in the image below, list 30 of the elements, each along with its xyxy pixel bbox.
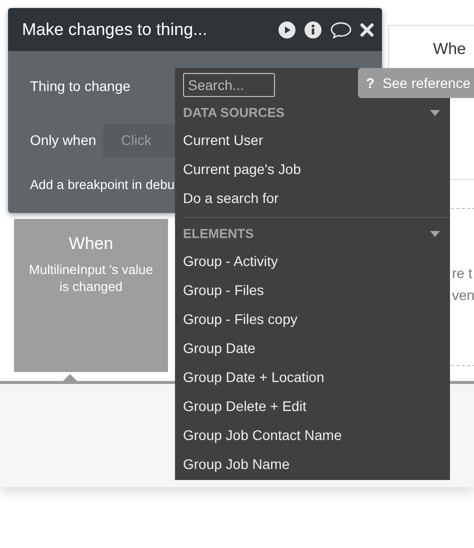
event-title: When <box>68 233 114 255</box>
dropdown-item[interactable]: Group Job Contact Name <box>183 421 450 450</box>
dropdown-item[interactable]: Group - Activity <box>183 247 450 276</box>
caret-down-icon <box>430 110 440 116</box>
comment-icon[interactable] <box>330 20 352 38</box>
dropdown-item[interactable]: Do a search for <box>183 184 450 213</box>
breakpoint-label: Add a breakpoint in debu <box>30 176 175 194</box>
caret-down-icon <box>430 230 440 236</box>
help-icon: ? <box>366 72 375 94</box>
dropdown-item[interactable]: Group Job Name <box>183 450 450 479</box>
dropdown-item[interactable]: Group Date + Location <box>183 363 450 392</box>
section-header[interactable]: ELEMENTS <box>183 220 450 247</box>
dropdown-item[interactable]: Group - Files <box>183 276 450 305</box>
card-title: Whe <box>433 41 466 58</box>
search-field[interactable]: Search... <box>183 73 275 97</box>
dropdown-item[interactable]: Group Date <box>183 334 450 363</box>
dropdown-item[interactable]: Current page's Job <box>183 155 450 184</box>
event-description: MultilineInput 's value is changed <box>28 260 154 294</box>
dropdown-item[interactable]: Group - Files copy <box>183 305 450 334</box>
close-icon[interactable] <box>360 22 374 36</box>
field-label: Only when <box>30 130 98 150</box>
tooltip-label: See reference <box>382 74 471 92</box>
play-icon[interactable] <box>278 20 296 38</box>
section-header[interactable]: DATA SOURCES <box>183 99 450 126</box>
field-label: Thing to change <box>30 76 130 96</box>
panel-title: Make changes to thing... <box>22 18 208 41</box>
card-text: ven <box>452 287 474 303</box>
info-icon[interactable] <box>304 20 322 38</box>
dropdown-item[interactable]: Group Delete + Edit <box>183 392 450 421</box>
card-text: re t <box>452 265 474 281</box>
